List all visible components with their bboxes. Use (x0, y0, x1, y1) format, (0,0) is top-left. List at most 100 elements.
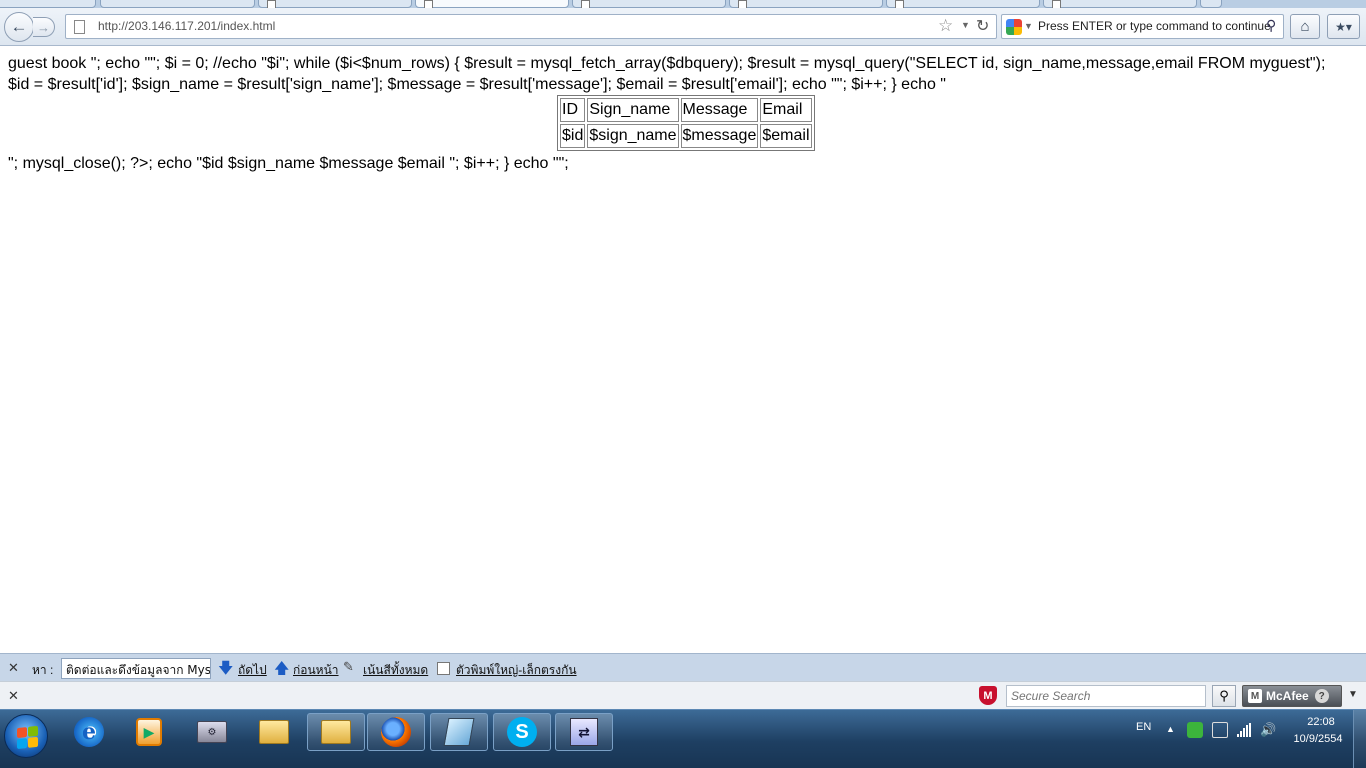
mcafee-button[interactable]: M McAfee ? (1242, 685, 1342, 707)
bookmark-star-icon[interactable]: ☆ (938, 16, 953, 36)
bookmarks-menu-button[interactable]: ★▾ (1327, 14, 1360, 39)
power-plug-icon[interactable] (1212, 722, 1228, 738)
back-button[interactable]: ← (4, 12, 34, 42)
table-cell: $message (680, 124, 759, 148)
tab-5[interactable] (572, 0, 726, 8)
show-hidden-icons-icon[interactable]: ▲ (1166, 724, 1175, 734)
arrow-up-icon[interactable]: 🡅 (274, 658, 289, 683)
tab-3[interactable] (258, 0, 412, 8)
clock-date[interactable]: 10/9/2554 (1287, 733, 1349, 745)
url-text[interactable]: http://203.146.117.201/index.html (98, 19, 275, 33)
reload-icon[interactable]: ↻ (976, 16, 989, 36)
tab-2[interactable] (100, 0, 255, 8)
table-header-cell: Sign_name (587, 98, 679, 122)
taskbar-notebook[interactable] (430, 713, 488, 751)
back-arrow-icon: ← (10, 17, 28, 36)
skype-icon: S (507, 717, 537, 747)
internet-explorer-icon: e (74, 717, 104, 747)
chevron-down-icon[interactable]: ▼ (1348, 689, 1358, 700)
match-case-label[interactable]: ตัวพิมพ์ใหญ่-เล็กตรงกัน (456, 661, 577, 680)
forward-arrow-icon: → (37, 19, 50, 35)
clock-time[interactable]: 22:08 (1296, 716, 1346, 728)
find-bar: ✕ หา : ติดต่อและดึงข้อมูลจาก Mysq 🡇 ถัดไ… (0, 653, 1366, 681)
page-icon (424, 0, 433, 8)
search-input[interactable]: Press ENTER or type command to continue (1038, 19, 1271, 33)
url-bar[interactable]: http://203.146.117.201/index.html ☆ ▼ ↻ (65, 14, 997, 39)
windows-logo-icon (17, 725, 38, 750)
forward-button[interactable]: → (33, 17, 55, 37)
page-icon (267, 0, 276, 8)
page-text-line: "; mysql_close(); ?>; echo "$id $sign_na… (8, 155, 569, 172)
find-previous-button[interactable]: ก่อนหน้า (293, 661, 339, 680)
start-button[interactable] (4, 714, 48, 758)
sync-tray-icon[interactable] (1187, 722, 1203, 738)
find-next-button[interactable]: ถัดไป (238, 661, 267, 680)
tab-6[interactable] (729, 0, 883, 8)
navigation-toolbar: ← → http://203.146.117.201/index.html ☆ … (0, 8, 1366, 46)
page-icon (738, 0, 747, 8)
find-input[interactable]: ติดต่อและดึงข้อมูลจาก Mysq (61, 658, 211, 679)
page-text-line: guest book "; echo ""; $i = 0; //echo "$… (8, 55, 1326, 72)
close-icon[interactable]: ✕ (8, 688, 19, 704)
match-case-checkbox[interactable] (437, 662, 450, 675)
show-desktop-button[interactable] (1353, 710, 1366, 768)
tab-1[interactable] (0, 0, 96, 8)
highlighter-icon[interactable]: ✎ (343, 659, 354, 675)
secure-search-input[interactable] (1006, 685, 1206, 707)
table-cell: $sign_name (587, 124, 679, 148)
close-icon[interactable]: ✕ (8, 660, 19, 676)
home-button[interactable]: ⌂ (1290, 14, 1320, 39)
guestbook-table: ID Sign_name Message Email $id $sign_nam… (557, 95, 815, 151)
taskbar-internet-explorer[interactable]: e (60, 713, 118, 751)
network-signal-icon[interactable] (1236, 722, 1252, 738)
url-history-dropdown-icon[interactable]: ▼ (961, 20, 970, 30)
page-icon (74, 20, 85, 34)
table-header-cell: Message (680, 98, 759, 122)
table-cell: $id (560, 124, 586, 148)
page-icon (1052, 0, 1061, 8)
page-icon (895, 0, 904, 8)
taskbar-firefox[interactable] (367, 713, 425, 751)
tab-8[interactable] (1043, 0, 1197, 8)
find-label: หา : (32, 663, 54, 677)
tab-strip (0, 0, 1366, 8)
tab-4-active[interactable] (415, 0, 569, 8)
help-icon[interactable]: ? (1314, 689, 1329, 703)
page-icon (581, 0, 590, 8)
taskbar-explorer[interactable] (307, 713, 365, 751)
table-row: $id $sign_name $message $email (560, 124, 812, 148)
search-icon[interactable]: ⚲ (1266, 17, 1276, 34)
taskbar-media-player[interactable]: ▶ (120, 713, 178, 751)
table-header-cell: ID (560, 98, 586, 122)
firefox-icon (381, 717, 411, 747)
taskbar-network-app[interactable]: ⇄ (555, 713, 613, 751)
arrow-down-icon[interactable]: 🡇 (218, 658, 233, 683)
highlight-all-button[interactable]: เน้นสีทั้งหมด (363, 661, 428, 680)
search-icon: ⚲ (1219, 688, 1229, 703)
table-cell: $email (760, 124, 812, 148)
mcafee-shield-icon[interactable]: M (979, 686, 997, 705)
page-text-line: $id = $result['id']; $sign_name = $resul… (8, 76, 946, 93)
secure-search-button[interactable]: ⚲ (1212, 685, 1236, 707)
tab-list-button[interactable] (1200, 0, 1222, 8)
documents-icon (259, 720, 289, 744)
table-header-row: ID Sign_name Message Email (560, 98, 812, 122)
taskbar: e ▶ ⚙ S ⇄ EN ▲ 🔊 22:08 10/9/2554 (0, 709, 1366, 768)
search-bar[interactable]: ▼ Press ENTER or type command to continu… (1001, 14, 1284, 39)
bookmarks-icon: ★▾ (1335, 19, 1352, 34)
search-engine-dropdown-icon[interactable]: ▼ (1024, 21, 1033, 31)
folder-icon (321, 720, 351, 744)
network-app-icon: ⇄ (570, 718, 598, 746)
taskbar-documents[interactable] (245, 713, 303, 751)
media-player-icon: ▶ (136, 718, 162, 746)
google-icon[interactable] (1006, 19, 1022, 35)
language-indicator[interactable]: EN (1136, 721, 1151, 733)
table-header-cell: Email (760, 98, 812, 122)
mcafee-label: McAfee (1266, 689, 1309, 703)
tab-7[interactable] (886, 0, 1040, 8)
volume-icon[interactable]: 🔊 (1260, 722, 1276, 738)
mcafee-logo-icon: M (1248, 689, 1262, 703)
taskbar-computer[interactable]: ⚙ (183, 713, 241, 751)
taskbar-skype[interactable]: S (493, 713, 551, 751)
computer-settings-icon: ⚙ (197, 721, 227, 743)
